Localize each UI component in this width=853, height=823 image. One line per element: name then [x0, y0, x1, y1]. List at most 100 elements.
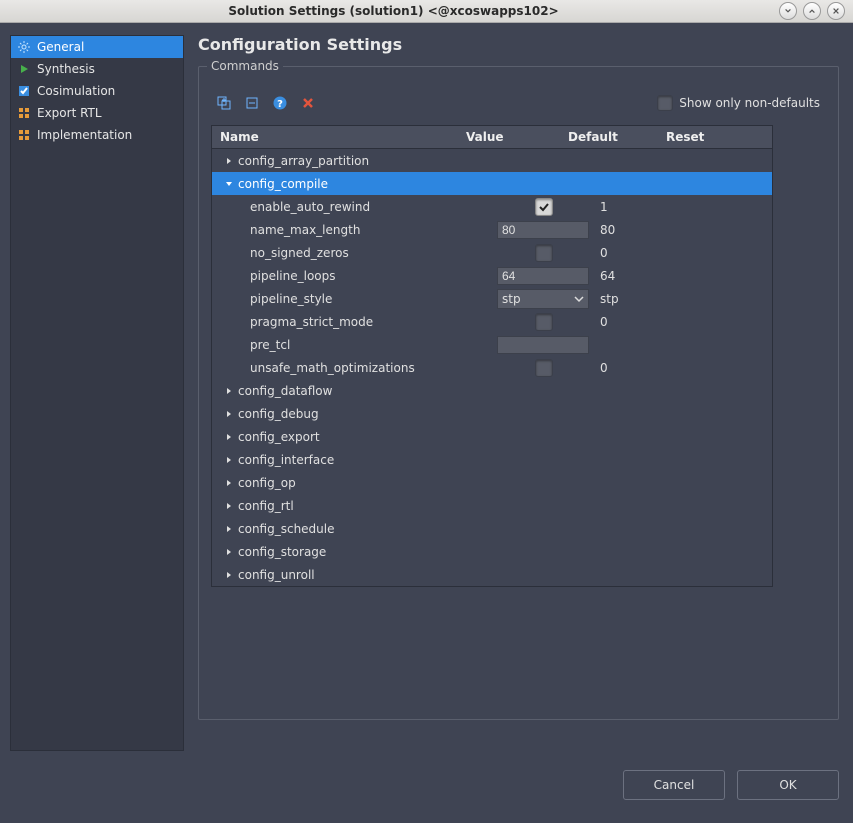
sidebar-item-export-rtl[interactable]: Export RTL — [11, 102, 183, 124]
table-header: Name Value Default Reset — [212, 126, 772, 149]
commands-group: Commands ? — [198, 66, 839, 720]
titlebar-text: Solution Settings (solution1) <@xcoswapp… — [8, 4, 779, 18]
value-checkbox[interactable] — [535, 359, 553, 377]
chevron-right-icon[interactable] — [222, 433, 236, 441]
show-only-non-defaults-label: Show only non-defaults — [679, 96, 820, 110]
show-only-non-defaults-checkbox[interactable] — [657, 95, 673, 111]
value-checkbox[interactable] — [535, 244, 553, 262]
chevron-right-icon[interactable] — [222, 571, 236, 579]
row-name: config_rtl — [238, 499, 294, 513]
table-row[interactable]: config_interface — [212, 448, 772, 471]
sidebar-item-synthesis[interactable]: Synthesis — [11, 58, 183, 80]
chevron-right-icon[interactable] — [222, 387, 236, 395]
chevron-right-icon[interactable] — [222, 410, 236, 418]
value-input[interactable] — [497, 267, 589, 285]
gear-icon — [17, 40, 31, 54]
expand-all-icon[interactable] — [215, 94, 233, 112]
header-name: Name — [212, 126, 466, 148]
chevron-right-icon[interactable] — [222, 479, 236, 487]
table-row[interactable]: config_compile — [212, 172, 772, 195]
row-default: 80 — [600, 223, 615, 237]
value-checkbox[interactable] — [535, 313, 553, 331]
row-name: pragma_strict_mode — [250, 315, 373, 329]
row-default: 0 — [600, 315, 608, 329]
table-row[interactable]: config_export — [212, 425, 772, 448]
table-row[interactable]: config_dataflow — [212, 379, 772, 402]
row-name: config_export — [238, 430, 320, 444]
header-value: Value — [466, 126, 564, 148]
row-name: config_compile — [238, 177, 328, 191]
cancel-button[interactable]: Cancel — [623, 770, 725, 800]
dialog-window: Solution Settings (solution1) <@xcoswapp… — [0, 0, 853, 823]
reset-icon[interactable] — [299, 94, 317, 112]
grid-icon — [17, 106, 31, 120]
settings-table: Name Value Default Reset config_array_pa… — [211, 125, 773, 587]
chevron-right-icon[interactable] — [222, 157, 236, 165]
ok-button[interactable]: OK — [737, 770, 839, 800]
table-row: pipeline_loops 64 — [212, 264, 772, 287]
help-icon[interactable]: ? — [271, 94, 289, 112]
sidebar-item-label: Export RTL — [37, 106, 102, 120]
chevron-right-icon[interactable] — [222, 502, 236, 510]
commands-group-label: Commands — [207, 59, 283, 73]
table-row: enable_auto_rewind 1 — [212, 195, 772, 218]
row-name: pipeline_style — [250, 292, 332, 306]
chevron-right-icon[interactable] — [222, 456, 236, 464]
table-row[interactable]: config_storage — [212, 540, 772, 563]
chevron-right-icon[interactable] — [222, 525, 236, 533]
row-default: 64 — [600, 269, 615, 283]
table-row[interactable]: config_rtl — [212, 494, 772, 517]
row-name: config_debug — [238, 407, 319, 421]
row-name: config_dataflow — [238, 384, 332, 398]
row-name: unsafe_math_optimizations — [250, 361, 415, 375]
row-name: config_interface — [238, 453, 334, 467]
table-row: pre_tcl — [212, 333, 772, 356]
row-name: config_op — [238, 476, 296, 490]
row-name: config_array_partition — [238, 154, 369, 168]
row-default: 0 — [600, 246, 608, 260]
sidebar-item-general[interactable]: General — [11, 36, 183, 58]
table-row[interactable]: config_array_partition — [212, 149, 772, 172]
row-name: config_unroll — [238, 568, 315, 582]
chevron-right-icon[interactable] — [222, 548, 236, 556]
row-name: config_storage — [238, 545, 326, 559]
minimize-button[interactable] — [779, 2, 797, 20]
table-row[interactable]: config_unroll — [212, 563, 772, 586]
value-select[interactable]: stp — [497, 289, 589, 309]
collapse-all-icon[interactable] — [243, 94, 261, 112]
maximize-button[interactable] — [803, 2, 821, 20]
row-name: no_signed_zeros — [250, 246, 349, 260]
sidebar-item-label: General — [37, 40, 84, 54]
row-default: stp — [600, 292, 619, 306]
row-default: 1 — [600, 200, 608, 214]
chevron-down-icon — [574, 294, 584, 304]
row-name: enable_auto_rewind — [250, 200, 370, 214]
sidebar-item-label: Synthesis — [37, 62, 95, 76]
row-name: config_schedule — [238, 522, 335, 536]
grid-icon — [17, 128, 31, 142]
play-icon — [17, 62, 31, 76]
page-title: Configuration Settings — [198, 35, 843, 54]
table-row: name_max_length 80 — [212, 218, 772, 241]
table-row[interactable]: config_debug — [212, 402, 772, 425]
row-name: name_max_length — [250, 223, 360, 237]
header-default: Default — [564, 126, 662, 148]
table-row[interactable]: config_schedule — [212, 517, 772, 540]
sidebar-item-cosimulation[interactable]: Cosimulation — [11, 80, 183, 102]
sidebar-item-implementation[interactable]: Implementation — [11, 124, 183, 146]
value-input[interactable] — [497, 221, 589, 239]
row-name: pipeline_loops — [250, 269, 336, 283]
titlebar: Solution Settings (solution1) <@xcoswapp… — [0, 0, 853, 23]
chevron-down-icon[interactable] — [222, 180, 236, 188]
sidebar-item-label: Cosimulation — [37, 84, 115, 98]
value-checkbox[interactable] — [535, 198, 553, 216]
header-reset: Reset — [662, 126, 772, 148]
row-default: 0 — [600, 361, 608, 375]
check-icon — [17, 84, 31, 98]
close-button[interactable] — [827, 2, 845, 20]
table-row: no_signed_zeros 0 — [212, 241, 772, 264]
svg-text:?: ? — [277, 99, 283, 110]
sidebar-item-label: Implementation — [37, 128, 132, 142]
table-row[interactable]: config_op — [212, 471, 772, 494]
value-input[interactable] — [497, 336, 589, 354]
